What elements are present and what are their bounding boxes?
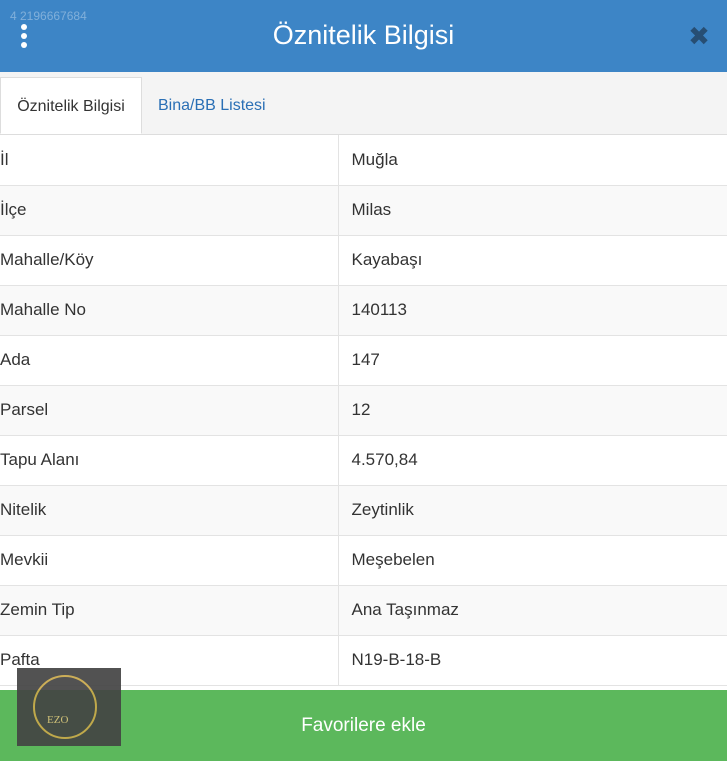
attribute-key: Nitelik [0, 485, 339, 536]
attribute-key: Parsel [0, 385, 339, 436]
attribute-key: Mahalle/Köy [0, 235, 339, 286]
close-icon[interactable]: ✖ [685, 18, 713, 54]
attribute-value: Muğla [338, 135, 727, 186]
attribute-key: Ada [0, 335, 339, 386]
table-row: Tapu Alanı 4.570,84 [0, 435, 727, 486]
attribute-value: Milas [338, 185, 727, 236]
attribute-value: Zeytinlik [338, 485, 727, 536]
attribute-value: Kayabaşı [338, 235, 727, 286]
table-row: Zemin Tip Ana Taşınmaz [0, 585, 727, 636]
attribute-value: Meşebelen [338, 535, 727, 586]
brand-logo: EZO [17, 668, 121, 746]
tab-bar: Öznitelik Bilgisi Bina/BB Listesi [0, 72, 727, 135]
attribute-key: Mevkii [0, 535, 339, 586]
dialog-title: Öznitelik Bilgisi [272, 20, 455, 50]
attribute-value: 12 [338, 385, 727, 436]
table-row: İlçe Milas [0, 185, 727, 236]
attribute-table: İl Muğla İlçe Milas Mahalle/Köy Kayabaşı Ma… [0, 135, 727, 686]
tab-oznitelik-bilgisi[interactable]: Öznitelik Bilgisi [0, 77, 142, 134]
table-row: Ada 147 [0, 335, 727, 386]
attribute-key: İlçe [0, 185, 339, 236]
attribute-key: Mahalle No [0, 285, 339, 336]
attribute-value: 4.570,84 [338, 435, 727, 486]
table-row: Nitelik Zeytinlik [0, 485, 727, 536]
table-row: Mahalle/Köy Kayabaşı [0, 235, 727, 286]
table-row: Mevkii Meşebelen [0, 535, 727, 586]
attribute-value: 140113 [338, 285, 727, 336]
tab-bina-bb-listesi[interactable]: Bina/BB Listesi [158, 77, 266, 134]
attribute-key: Zemin Tip [0, 585, 339, 636]
attribute-key: Tapu Alanı [0, 435, 339, 486]
table-row: İl Muğla [0, 135, 727, 186]
attribute-key: İl [0, 135, 339, 186]
table-row: Parsel 12 [0, 385, 727, 436]
logo-ring [33, 675, 97, 739]
attribute-value: N19-B-18-B [338, 635, 727, 686]
dialog-header: 4 2196667684 Öznitelik Bilgisi ✖ [0, 0, 727, 72]
attribute-value: 147 [338, 335, 727, 386]
attribute-value: Ana Taşınmaz [338, 585, 727, 636]
table-row: Mahalle No 140113 [0, 285, 727, 336]
logo-text: EZO [47, 714, 69, 726]
